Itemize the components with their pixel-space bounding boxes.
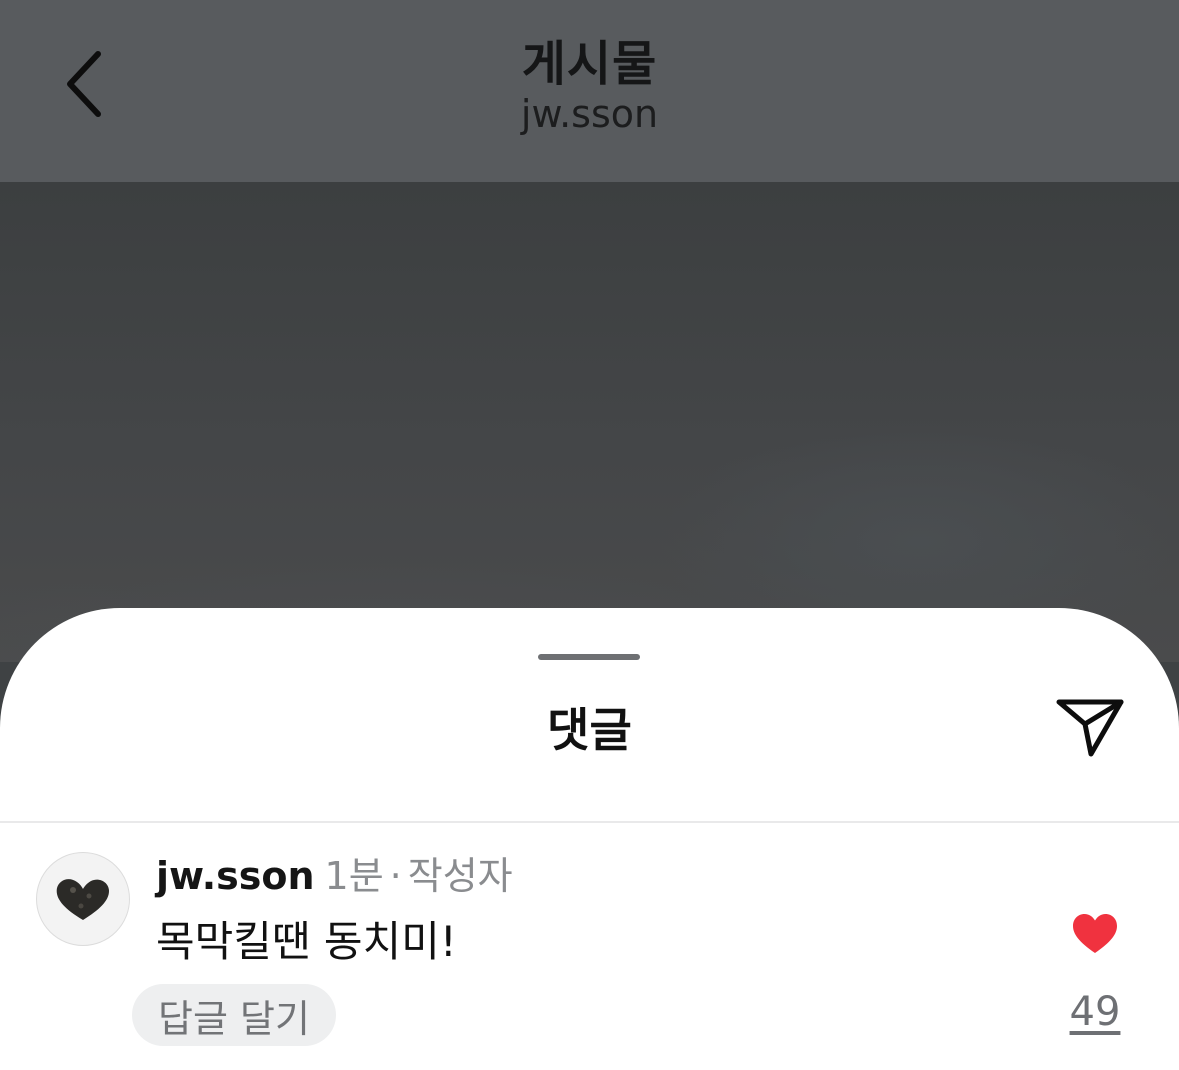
comment-text: 목막킬땐 동치미! [156, 917, 457, 966]
heart-shaped-food-avatar-icon [56, 879, 109, 920]
page-title: 게시물 [521, 36, 658, 92]
sheet-title: 댓글 [547, 703, 632, 757]
like-count[interactable]: 49 [1040, 984, 1150, 1040]
reply-button[interactable]: 답글 달기 [132, 984, 336, 1046]
avatar[interactable] [36, 852, 130, 946]
sheet-grabber[interactable] [538, 654, 640, 660]
post-image-dimmed [0, 182, 1179, 662]
heart-icon [1073, 914, 1117, 953]
post-screen: 게시물 jw.sson 댓글 jw.sson 1분 · 작성자 목막킬땐 동치미! 답… [0, 0, 1179, 1070]
sheet-divider [0, 821, 1179, 823]
comment-username[interactable]: jw.sson [156, 854, 315, 898]
author-badge: 작성자 [407, 854, 513, 898]
share-button[interactable] [1050, 692, 1130, 762]
meta-separator: · [389, 854, 402, 898]
comments-sheet: 댓글 jw.sson 1분 · 작성자 목막킬땐 동치미! 답글 달기 49 [0, 608, 1179, 1070]
comment-meta: jw.sson 1분 · 작성자 [156, 848, 513, 904]
paper-plane-icon [1056, 699, 1124, 757]
page-subtitle-username: jw.sson [520, 92, 659, 136]
comment-time: 1분 [324, 854, 384, 898]
like-button[interactable] [1066, 908, 1124, 960]
top-bar: 게시물 jw.sson [0, 0, 1179, 182]
